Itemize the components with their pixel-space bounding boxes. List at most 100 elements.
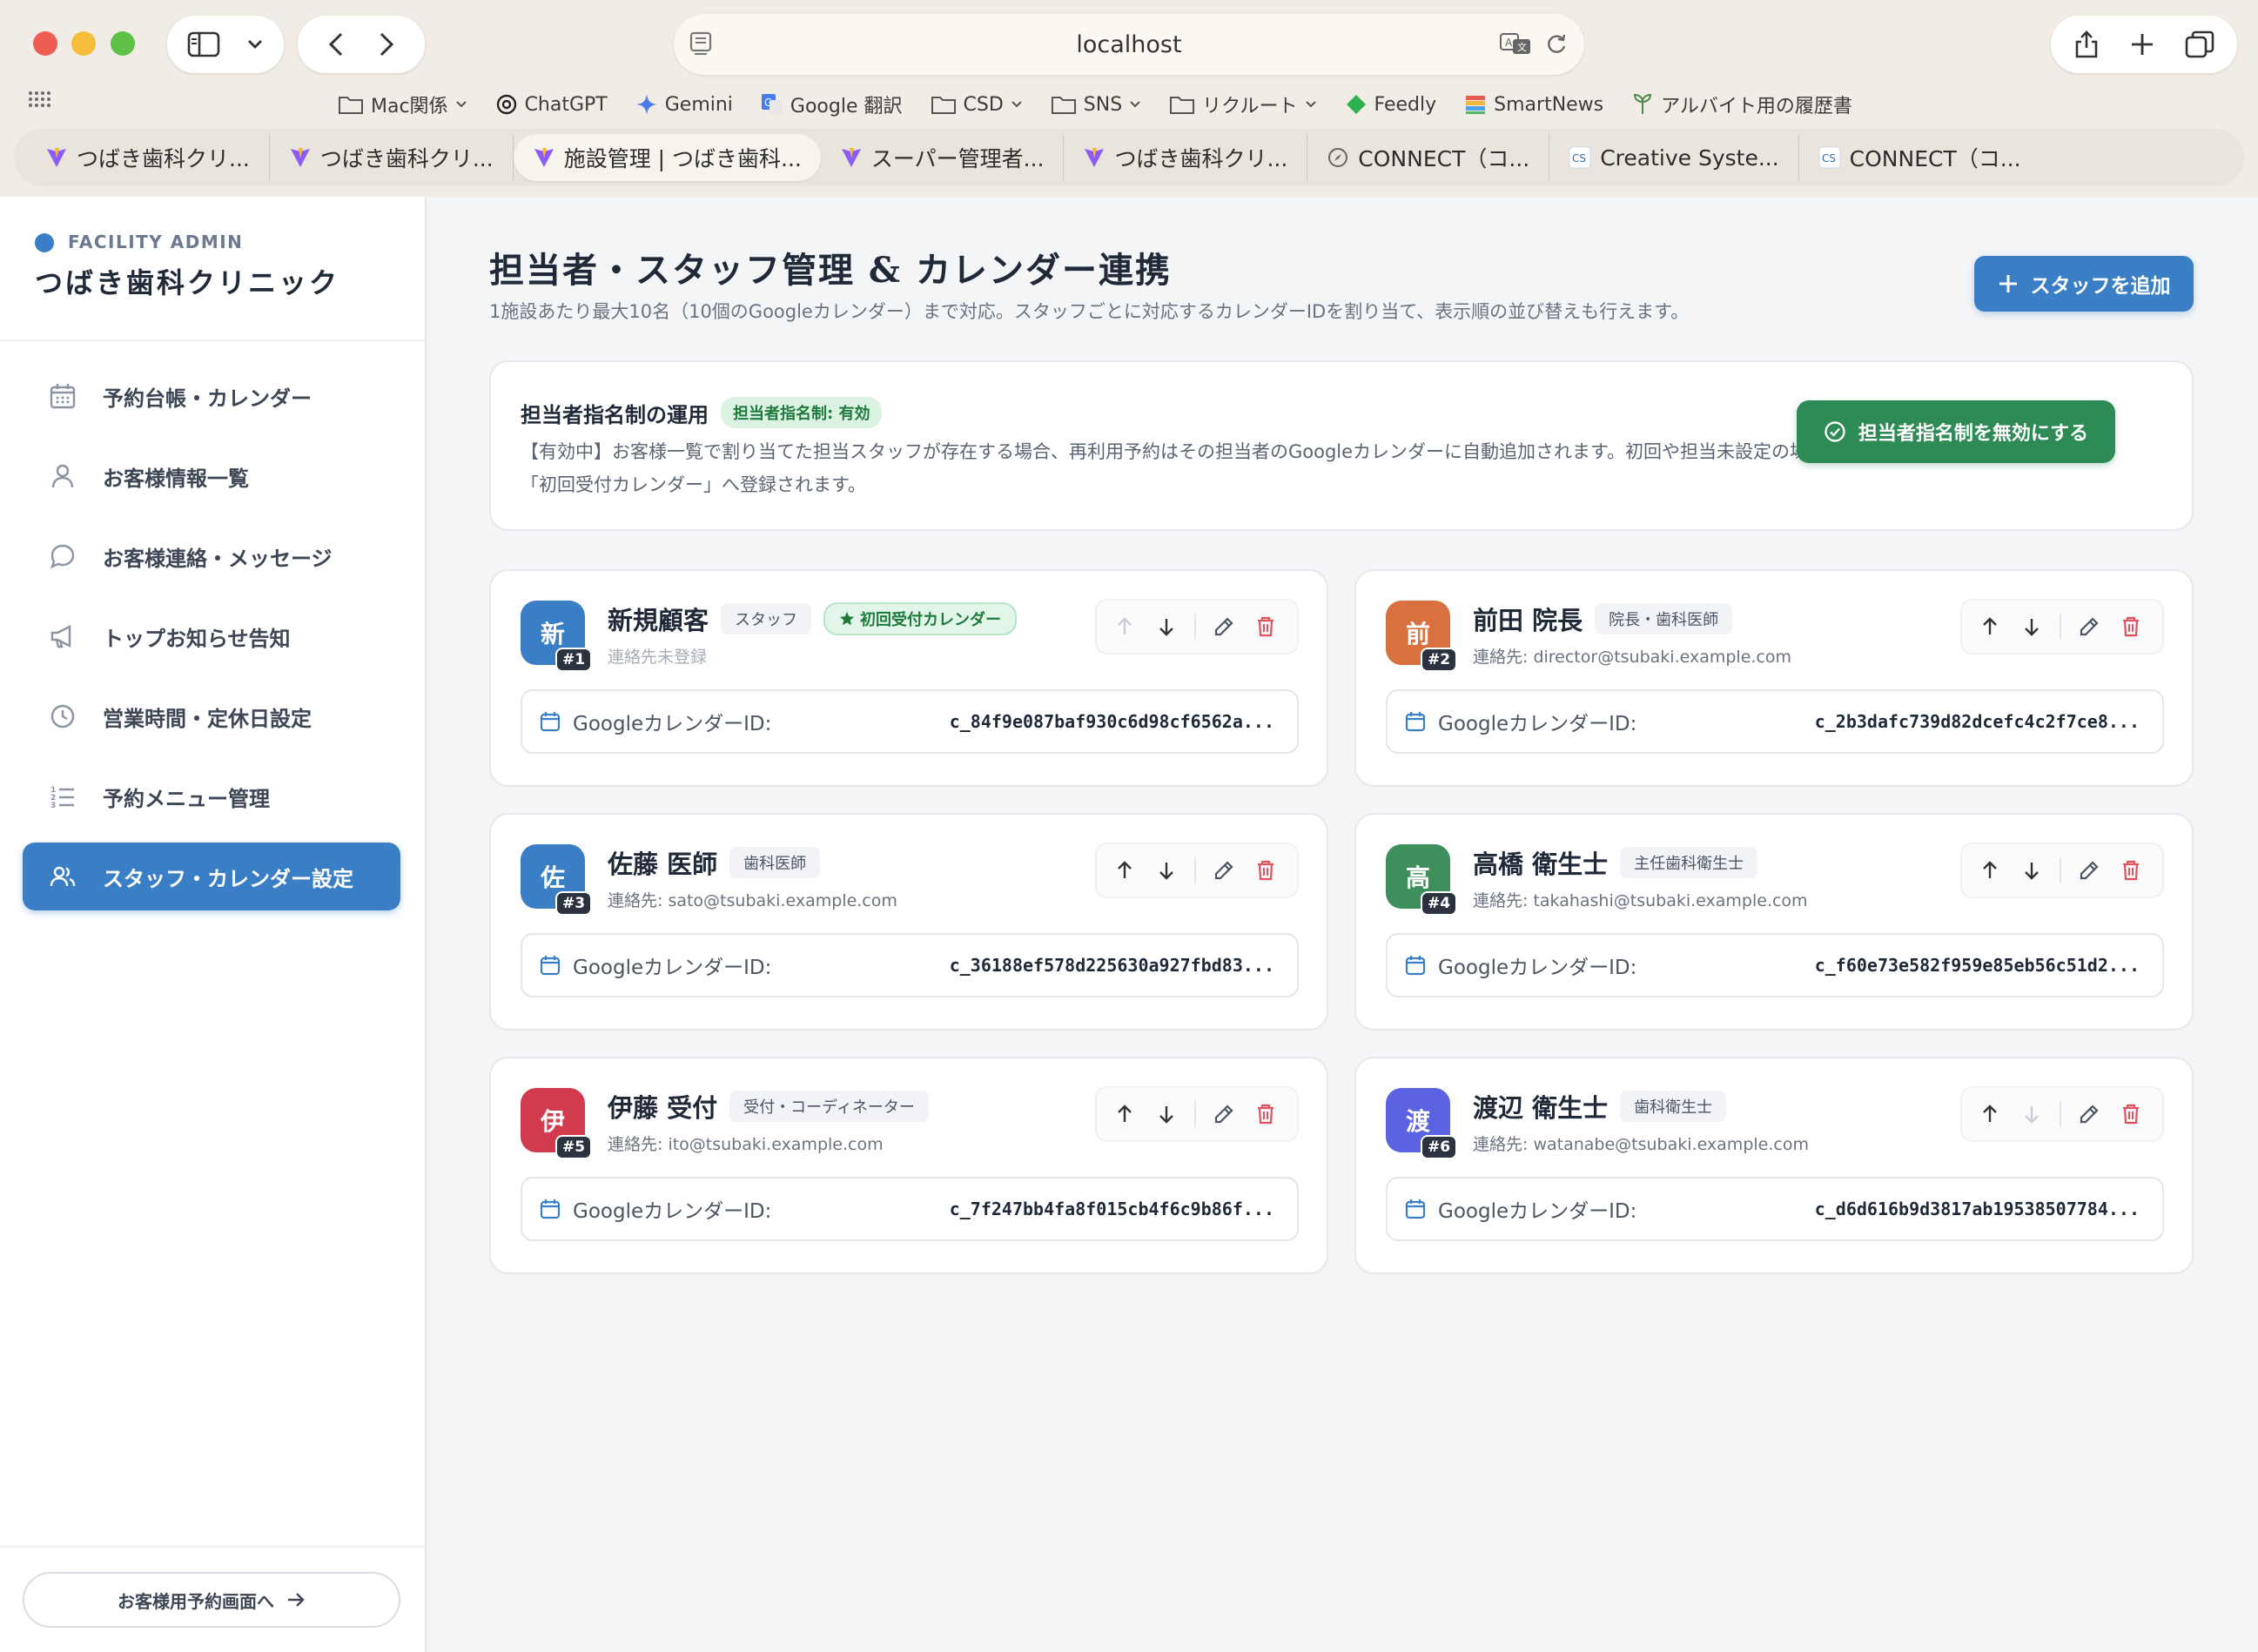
delete-staff-button[interactable] [2110, 1093, 2152, 1135]
staff-actions [1095, 1086, 1299, 1142]
close-window-button[interactable] [33, 31, 57, 56]
staff-initial: 渡 [1405, 1107, 1430, 1136]
sidebar-item-customers[interactable]: お客様情報一覧 [23, 442, 400, 510]
tab-5[interactable]: つばき歯科クリ... [1064, 134, 1308, 181]
megaphone-icon [47, 621, 78, 652]
sidebar-icon [187, 31, 220, 57]
new-tab-icon[interactable] [2129, 31, 2155, 57]
minimize-window-button[interactable] [71, 31, 96, 56]
bookmark-recruit[interactable]: リクルート [1169, 91, 1316, 118]
users-icon [47, 861, 78, 892]
tab-8[interactable]: CS CONNECT（コ... [1799, 134, 2040, 181]
tab-7[interactable]: CS Creative Syste... [1549, 134, 1799, 181]
calendar-id-label: GoogleカレンダーID: [1438, 1200, 1637, 1223]
move-down-button[interactable] [2011, 1093, 2053, 1135]
arrow-down-icon [2025, 1106, 2039, 1124]
folder-icon [1170, 97, 1195, 114]
staff-name: 高橋 衛生士 [1473, 850, 1609, 879]
bookmark-smartnews[interactable]: SmartNews [1464, 93, 1603, 116]
sidebar-item-calendar[interactable]: 予約台帳・カレンダー [23, 362, 400, 430]
move-down-button[interactable] [2011, 606, 2053, 648]
delete-staff-button[interactable] [1245, 850, 1287, 891]
calendar-id-field[interactable]: GoogleカレンダーID: c_d6d616b9d3817ab19538507… [1386, 1177, 2164, 1241]
back-icon[interactable] [328, 31, 344, 57]
calendar-id-field[interactable]: GoogleカレンダーID: c_84f9e087baf930c6d98cf65… [521, 689, 1299, 754]
policy-status-badge: 担当者指名制: 有効 [721, 397, 883, 428]
share-icon[interactable] [2073, 30, 2100, 59]
sidebar-item-messages[interactable]: お客様連絡・メッセージ [23, 522, 400, 590]
sidebar-toggle-button[interactable] [167, 16, 284, 73]
calendar-id-field[interactable]: GoogleカレンダーID: c_f60e73e582f959e85eb56c5… [1386, 933, 2164, 997]
toolbar-actions [2051, 16, 2237, 73]
move-up-button[interactable] [1969, 1093, 2011, 1135]
staff-name: 佐藤 医師 [608, 850, 718, 879]
edit-staff-button[interactable] [2068, 850, 2110, 891]
tab-overview-icon[interactable] [2185, 30, 2214, 58]
tab-6[interactable]: CONNECT（コ... [1307, 134, 1550, 181]
move-down-button[interactable] [1146, 850, 1187, 891]
tab-2[interactable]: つばき歯科クリ... [270, 134, 514, 181]
delete-staff-button[interactable] [1245, 1093, 1287, 1135]
calendar-id-field[interactable]: GoogleカレンダーID: c_36188ef578d225630a927fb… [521, 933, 1299, 997]
chat-bubble-icon [47, 541, 78, 572]
forward-icon[interactable] [379, 31, 394, 57]
tab-3[interactable]: 施設管理 | つばき歯科... [513, 134, 821, 181]
tab-4[interactable]: スーパー管理者... [821, 134, 1065, 181]
staff-card-1: 新 #1 新規顧客 スタッフ 初回受付カレンダー 連絡先未登録 Googleカレ… [489, 569, 1328, 787]
bookmark-gemini[interactable]: Gemini [635, 93, 733, 116]
staff-role-badge: 主任歯科衛生士 [1620, 847, 1758, 878]
move-up-button[interactable] [1104, 606, 1146, 648]
disable-assignment-button[interactable]: 担当者指名制を無効にする [1797, 400, 2115, 463]
move-down-button[interactable] [1146, 606, 1187, 648]
bookmark-feedly[interactable]: Feedly [1345, 93, 1436, 116]
move-up-button[interactable] [1969, 606, 2011, 648]
sidebar-item-announcements[interactable]: トップお知らせ告知 [23, 602, 400, 670]
delete-staff-button[interactable] [1245, 606, 1287, 648]
arrow-down-icon [1159, 863, 1173, 880]
calendar-id-label: GoogleカレンダーID: [573, 957, 772, 979]
bookmark-resume[interactable]: アルバイト用の履歴書 [1631, 91, 1852, 118]
edit-staff-button[interactable] [2068, 606, 2110, 648]
vite-icon [290, 148, 310, 167]
sidebar-item-label: お客様情報一覧 [103, 466, 249, 491]
address-bar[interactable]: localhost A文 [674, 14, 1584, 75]
move-up-button[interactable] [1104, 850, 1146, 891]
bookmark-mac[interactable]: Mac関係 [338, 91, 467, 118]
calendar-id-label: GoogleカレンダーID: [1438, 957, 1637, 979]
svg-text:文: 文 [1517, 41, 1527, 53]
move-down-button[interactable] [1146, 1093, 1187, 1135]
calendar-icon [47, 380, 78, 412]
delete-staff-button[interactable] [2110, 850, 2152, 891]
translate-icon[interactable]: A文 [1499, 31, 1532, 56]
bookmark-google-translate[interactable]: G Google 翻訳 [761, 91, 903, 118]
staff-initial: 前 [1405, 620, 1430, 648]
edit-staff-button[interactable] [1203, 1093, 1245, 1135]
delete-staff-button[interactable] [2110, 606, 2152, 648]
staff-contact: 連絡先: watanabe@tsubaki.example.com [1473, 1135, 1809, 1154]
calendar-id-field[interactable]: GoogleカレンダーID: c_2b3dafc739d82dcefc4c2f7… [1386, 689, 2164, 754]
tab-1[interactable]: つばき歯科クリ... [26, 134, 270, 181]
pencil-icon [2080, 1105, 2099, 1124]
public-booking-link[interactable]: お客様用予約画面へ [23, 1572, 400, 1628]
sidebar-item-menu[interactable]: 123 予約メニュー管理 [23, 762, 400, 830]
move-up-button[interactable] [1104, 1093, 1146, 1135]
bookmark-csd[interactable]: CSD [931, 94, 1023, 116]
folder-icon [1051, 97, 1076, 114]
calendar-id-field[interactable]: GoogleカレンダーID: c_7f247bb4fa8f015cb4f6c9b… [521, 1177, 1299, 1241]
zoom-window-button[interactable] [111, 31, 135, 56]
edit-staff-button[interactable] [1203, 606, 1245, 648]
apps-grid-icon[interactable] [28, 91, 50, 110]
divider [2060, 614, 2061, 640]
sidebar-item-business-hours[interactable]: 営業時間・定休日設定 [23, 682, 400, 750]
calendar-icon [540, 712, 561, 732]
move-down-button[interactable] [2011, 850, 2053, 891]
bookmark-sns[interactable]: SNS [1051, 94, 1141, 116]
bookmark-chatgpt[interactable]: ChatGPT [495, 93, 608, 116]
reload-icon[interactable] [1544, 31, 1569, 56]
edit-staff-button[interactable] [1203, 850, 1245, 891]
move-up-button[interactable] [1969, 850, 2011, 891]
sidebar-item-staff-calendar[interactable]: スタッフ・カレンダー設定 [23, 843, 400, 910]
staff-contact: 連絡先: ito@tsubaki.example.com [608, 1135, 884, 1154]
add-staff-button[interactable]: スタッフを追加 [1974, 256, 2194, 312]
edit-staff-button[interactable] [2068, 1093, 2110, 1135]
